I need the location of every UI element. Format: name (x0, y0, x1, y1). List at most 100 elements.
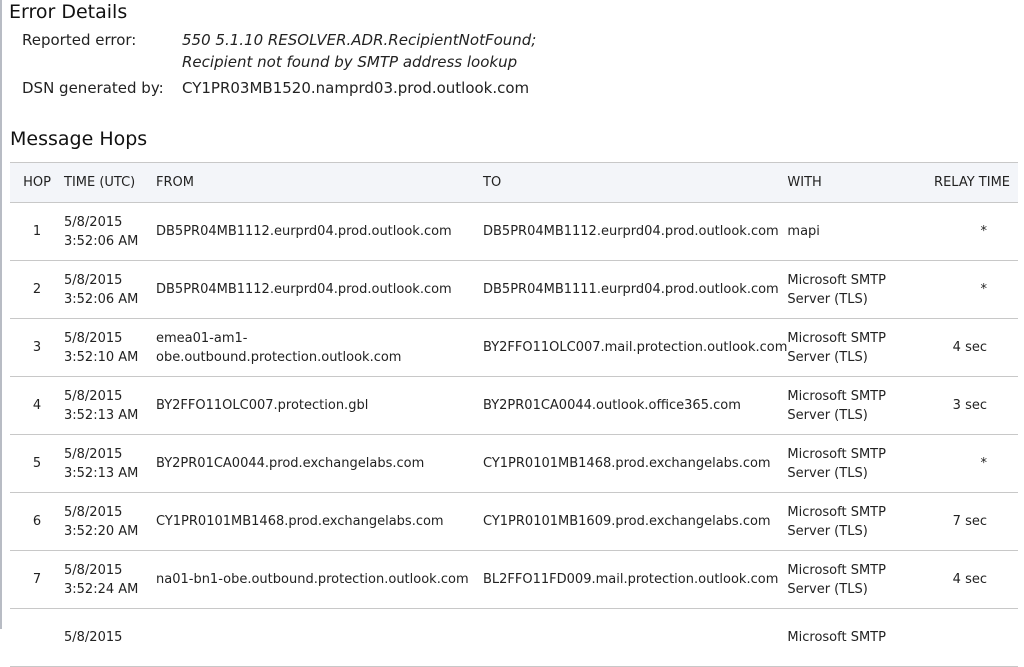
hop-clock: 3:52:10 AM (64, 349, 139, 365)
table-row: 4 5/8/2015 3:52:13 AM BY2FFO11OLC007.protec… (10, 377, 1018, 435)
col-relay-time: RELAY TIME (934, 175, 1010, 190)
hop-date: 5/8/2015 (64, 272, 123, 288)
hop-relay-time: 4 sec (952, 340, 987, 355)
hop-time: 5/8/2015 (64, 609, 156, 667)
hop-to (483, 609, 787, 667)
hop-with-line2: Server (TLS) (787, 465, 868, 481)
table-row: 1 5/8/2015 3:52:06 AM DB5PR04MB1112.eurprd0… (10, 203, 1018, 261)
col-to: TO (483, 175, 502, 190)
hop-to: BL2FFO11FD009.mail.protection.outlook.co… (483, 572, 779, 587)
hop-with-line2: Server (TLS) (787, 291, 868, 307)
hop-time: 5/8/2015 3:52:06 AM (64, 261, 156, 319)
hop-to: BY2PR01CA0044.outlook.office365.com (483, 398, 741, 413)
hop-with-line2: Server (TLS) (787, 581, 868, 597)
hop-time: 5/8/2015 3:52:10 AM (64, 319, 156, 377)
hop-date: 5/8/2015 (64, 388, 123, 404)
hop-number (10, 609, 64, 667)
hop-relay-time: * (980, 456, 988, 471)
hop-from: na01-bn1-obe.outbound.protection.outlook… (156, 572, 469, 587)
hop-time: 5/8/2015 3:52:06 AM (64, 203, 156, 261)
hop-relay-time (917, 609, 1018, 667)
hop-number: 2 (32, 282, 42, 297)
hop-date: 5/8/2015 (64, 330, 123, 346)
hop-relay-time: 4 sec (952, 572, 987, 587)
table-header-row: HOP TIME (UTC) FROM TO WITH RELAY TIME (10, 162, 1018, 203)
hop-with-line2: Server (TLS) (787, 407, 868, 423)
hop-from: DB5PR04MB1112.eurprd04.prod.outlook.com (156, 224, 452, 239)
hop-with: Microsoft SMTP Server (TLS) (787, 319, 917, 377)
hop-number: 3 (32, 340, 42, 355)
hop-with-line1: Microsoft SMTP (787, 504, 886, 520)
hop-time: 5/8/2015 3:52:20 AM (64, 493, 156, 551)
hop-date: 5/8/2015 (64, 214, 123, 230)
table-row: 7 5/8/2015 3:52:24 AM na01-bn1-obe.outbound… (10, 551, 1018, 609)
error-details-heading: Error Details (9, 1, 128, 23)
hop-to: DB5PR04MB1112.eurprd04.prod.outlook.com (483, 224, 779, 239)
col-time: TIME (UTC) (64, 175, 136, 190)
hop-with-line2: Server (TLS) (787, 523, 868, 539)
hop-relay-time: * (980, 224, 988, 239)
hop-with: Microsoft SMTP Server (TLS) (787, 377, 917, 435)
hop-relay-time: 7 sec (952, 514, 987, 529)
hop-with-line1: Microsoft SMTP (787, 630, 886, 645)
hop-clock: 3:52:13 AM (64, 407, 139, 423)
hop-relay-time: * (980, 282, 988, 297)
hop-number: 6 (32, 514, 42, 529)
table-row: 2 5/8/2015 3:52:06 AM DB5PR04MB1112.eurprd0… (10, 261, 1018, 319)
hop-clock: 3:52:06 AM (64, 291, 139, 307)
hop-date: 5/8/2015 (64, 562, 123, 578)
table-row: 5 5/8/2015 3:52:13 AM BY2PR01CA0044.prod.ex… (10, 435, 1018, 493)
hop-clock: 3:52:20 AM (64, 523, 139, 539)
hop-with: Microsoft SMTP Server (TLS) (787, 551, 917, 609)
hop-time: 5/8/2015 3:52:13 AM (64, 435, 156, 493)
table-row: 6 5/8/2015 3:52:20 AM CY1PR0101MB1468.prod.… (10, 493, 1018, 551)
hop-to: CY1PR0101MB1468.prod.exchangelabs.com (483, 456, 771, 471)
reported-error-line1: 550 5.1.10 RESOLVER.ADR.RecipientNotFoun… (182, 31, 537, 49)
hop-clock: 3:52:24 AM (64, 581, 139, 597)
hop-with: Microsoft SMTP (787, 609, 917, 667)
hop-number: 1 (32, 224, 42, 239)
hop-date: 5/8/2015 (64, 446, 123, 462)
hop-with: Microsoft SMTP Server (TLS) (787, 261, 917, 319)
hop-number: 7 (32, 572, 42, 587)
hop-with-line1: Microsoft SMTP (787, 562, 886, 578)
dsn-label: DSN generated by: (22, 79, 164, 97)
hop-from: DB5PR04MB1112.eurprd04.prod.outlook.com (156, 282, 452, 297)
hop-from: emea01-am1- obe.outbound.protection.outlo… (156, 330, 402, 365)
hop-time: 5/8/2015 3:52:13 AM (64, 377, 156, 435)
reported-error-line2: Recipient not found by SMTP address look… (182, 53, 518, 71)
message-hops-table: HOP TIME (UTC) FROM TO WITH RELAY TIME 1… (10, 162, 1018, 667)
hop-with-line1: Microsoft SMTP (787, 272, 886, 288)
hop-with-line1: mapi (787, 224, 820, 239)
table-row: 5/8/2015 Microsoft SMTP (10, 609, 1018, 667)
left-border (0, 0, 2, 629)
hop-date: 5/8/2015 (64, 504, 123, 520)
hop-from: BY2PR01CA0044.prod.exchangelabs.com (156, 456, 425, 471)
hop-number: 4 (32, 398, 42, 413)
hop-with-line2: Server (TLS) (787, 349, 868, 365)
hop-with-line1: Microsoft SMTP (787, 446, 886, 462)
col-with: WITH (787, 175, 822, 190)
hop-with: mapi (787, 203, 917, 261)
col-from: FROM (156, 175, 194, 190)
hop-clock: 3:52:06 AM (64, 233, 139, 249)
hop-with-line1: Microsoft SMTP (787, 388, 886, 404)
hop-to: DB5PR04MB1111.eurprd04.prod.outlook.com (483, 282, 779, 297)
hop-relay-time: 3 sec (952, 398, 987, 413)
dsn-value: CY1PR03MB1520.namprd03.prod.outlook.com (182, 79, 530, 97)
hop-time: 5/8/2015 3:52:24 AM (64, 551, 156, 609)
reported-error-label: Reported error: (22, 31, 137, 49)
hop-with: Microsoft SMTP Server (TLS) (787, 493, 917, 551)
hop-clock: 3:52:13 AM (64, 465, 139, 481)
hop-to: CY1PR0101MB1609.prod.exchangelabs.com (483, 514, 771, 529)
table-row: 3 5/8/2015 3:52:10 AM emea01-am1- obe.outbou… (10, 319, 1018, 377)
hop-to: BY2FFO11OLC007.mail.protection.outlook.c… (483, 340, 788, 355)
message-hops-heading: Message Hops (10, 128, 148, 150)
hop-from: BY2FFO11OLC007.protection.gbl (156, 398, 369, 413)
hop-with: Microsoft SMTP Server (TLS) (787, 435, 917, 493)
hop-from (156, 609, 483, 667)
hop-from: CY1PR0101MB1468.prod.exchangelabs.com (156, 514, 444, 529)
hop-with-line1: Microsoft SMTP (787, 330, 886, 346)
col-hop: HOP (23, 175, 51, 190)
hop-date: 5/8/2015 (64, 630, 123, 645)
